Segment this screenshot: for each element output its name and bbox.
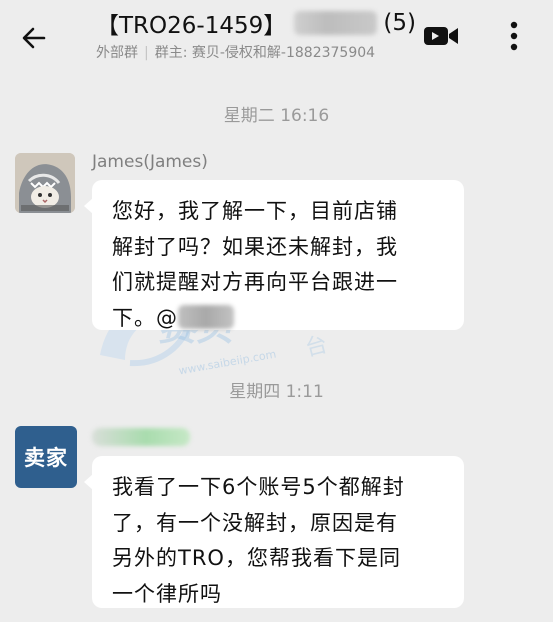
message-line: 您好，我了解一下，目前店铺 <box>112 199 398 223</box>
message-line: 下。@ <box>112 305 178 330</box>
more-vertical-icon <box>510 21 518 51</box>
timestamp-divider: 星期二 16:16 <box>223 106 330 126</box>
avatar[interactable] <box>15 153 75 213</box>
watermark-url: www.saibeiip.com <box>177 347 278 378</box>
member-count: (5) <box>383 10 416 36</box>
chat-title-prefix: 【TRO26-1459】 <box>96 13 287 39</box>
back-button[interactable] <box>16 20 52 56</box>
message-line: 了，有一个没解封，原因是有 <box>112 510 398 535</box>
message-bubble[interactable]: 我看了一下6个账号5个都解封 了，有一个没解封，原因是有 另外的TRO，您帮我看… <box>84 456 464 608</box>
chat-screen: 【TRO26-1459】 (5) 外部群 | 群主: 赛贝-侵权和解-1882375… <box>0 0 553 622</box>
message-line: 另外的TRO，您帮我看下是同 <box>112 546 401 570</box>
message-line: 一个律所吗 <box>112 581 222 606</box>
sender-name: James(James) <box>92 152 208 172</box>
timestamp-divider: 星期四 1:11 <box>229 382 324 402</box>
back-arrow-icon <box>22 27 46 49</box>
cat-shark-avatar-icon <box>15 153 75 213</box>
message-bubble[interactable]: 您好，我了解一下，目前店铺 解封了吗？如果还未解封，我 们就提醒对方再向平台跟进… <box>84 180 464 330</box>
message-line: 们就提醒对方再向平台跟进一 <box>112 270 398 294</box>
redacted-sender-name <box>92 428 190 446</box>
redacted-mention <box>178 304 234 329</box>
group-owner-label: 群主: 赛贝-侵权和解-18823759​04 <box>154 45 376 61</box>
message-line: 解封了吗？如果还未解封，我 <box>112 234 398 259</box>
video-call-button[interactable] <box>422 22 462 50</box>
message-line-with-mention: 下。@ <box>112 301 450 337</box>
chat-subtitle: 外部群 | 群主: 赛贝-侵权和解-18823759​04 <box>96 42 412 64</box>
video-camera-icon <box>424 27 458 45</box>
more-options-button[interactable] <box>498 18 530 54</box>
message-line: 我看了一下6个账号5个都解封 <box>112 475 405 499</box>
chat-header: 【TRO26-1459】 (5) 外部群 | 群主: 赛贝-侵权和解-1882375… <box>0 0 553 72</box>
group-type-label: 外部群 <box>96 45 138 61</box>
subtitle-divider: | <box>144 45 149 61</box>
avatar[interactable]: 卖家 <box>15 426 77 488</box>
redacted-group-name <box>294 11 378 35</box>
chat-title: 【TRO26-1459】 (5) <box>96 6 416 40</box>
